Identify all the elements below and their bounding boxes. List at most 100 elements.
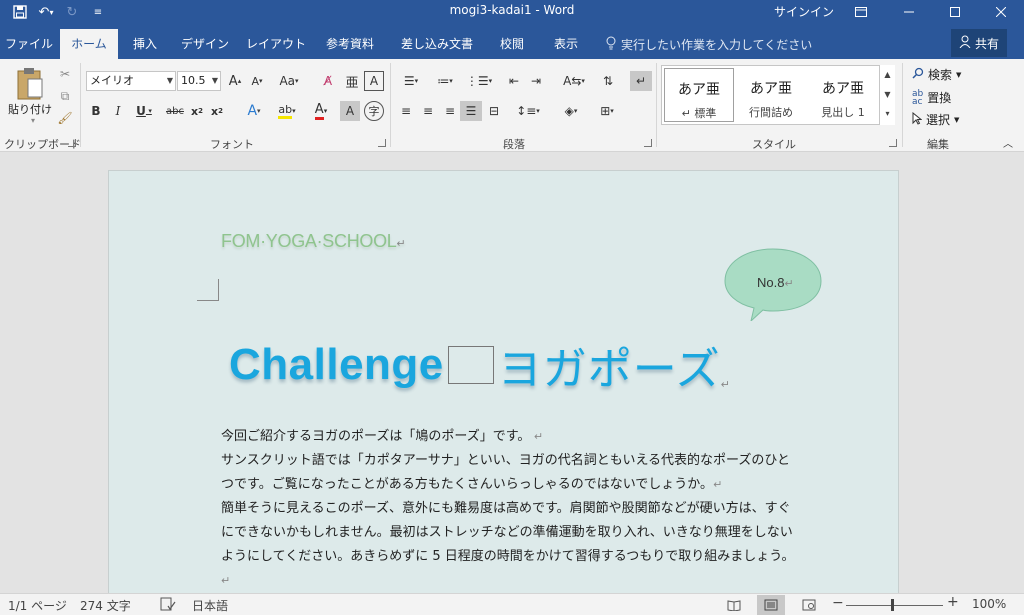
line-spacing-icon[interactable]: ↕≡ ▾ [514,101,542,121]
maximize-icon[interactable] [932,0,978,24]
tab-references[interactable]: 参考資料 [320,29,380,59]
tab-view[interactable]: 表示 [546,29,586,59]
zoom-out-icon[interactable]: − [832,595,844,611]
copy-icon[interactable]: ⧉ [56,87,74,105]
proofing-icon[interactable] [160,597,176,614]
find-button[interactable]: 検索 ▼ [912,66,961,83]
tab-review[interactable]: 校閲 [492,29,532,59]
style-heading-1[interactable]: あア亜 見出し 1 [808,68,878,122]
styles-launcher-icon[interactable] [889,139,897,147]
justify-icon[interactable]: ☰ [460,101,482,121]
italic-icon[interactable]: I [108,101,128,121]
cut-icon[interactable]: ✂ [56,65,74,83]
bubble-number: No.8↵ [757,275,794,290]
tab-mailings[interactable]: 差し込み文書 [394,29,480,59]
align-right-icon[interactable]: ≡ [440,101,460,121]
style-normal[interactable]: あア亜 ↵ 標準 [664,68,734,122]
align-center-icon[interactable]: ≡ [418,101,438,121]
paragraph-mark: ↵ [720,378,730,391]
subscript-icon[interactable]: x2 [188,101,206,121]
font-color-icon[interactable]: A ▾ [306,101,336,121]
shading-icon[interactable]: ◈ ▾ [556,101,586,121]
multilevel-list-icon[interactable]: ⋮☰ ▾ [464,71,494,91]
tab-layout[interactable]: レイアウト [246,29,306,59]
bullets-icon[interactable]: ☰ ▾ [396,71,426,91]
paragraph-text: 簡単そうに見えるこのポーズ、意外にも難易度は高めです。肩関節や股関節などが硬い方… [221,501,795,564]
select-button[interactable]: 選択 ▼ [912,111,959,128]
paragraph-mark: ↵ [784,278,794,290]
increase-indent-icon[interactable]: ⇥ [526,71,546,91]
clipboard-launcher-icon[interactable] [68,139,76,147]
shrink-font-icon[interactable]: A ▾ [248,71,266,91]
language[interactable]: 日本語 [192,597,228,614]
share-button[interactable]: 共有 [951,29,1007,57]
align-left-icon[interactable]: ≡ [396,101,416,121]
style-no-spacing[interactable]: あア亜 行間詰め [736,68,806,122]
scroll-down-icon[interactable]: ▼ [880,85,895,105]
bold-icon[interactable]: B [86,101,106,121]
web-layout-icon[interactable] [795,595,823,615]
tab-file[interactable]: ファイル [0,29,58,59]
paragraph: 今回ご紹介するヨガのポーズは「鳩のポーズ」です。 ↵ [221,425,801,449]
paragraph-mark: ↵ [396,238,406,250]
group-divider [80,63,81,147]
show-formatting-icon[interactable]: ↵ [630,71,652,91]
superscript-icon[interactable]: x2 [208,101,226,121]
zoom-slider-thumb[interactable] [891,599,894,611]
document-area: FOM·YOGA·SCHOOL↵ No.8↵ Challenge ヨガポーズ ↵… [0,152,1024,610]
minimize-icon[interactable] [886,0,932,24]
tab-design[interactable]: デザイン [178,29,232,59]
paste-dropdown-icon[interactable]: ▾ [28,115,38,125]
body-text[interactable]: 今回ご紹介するヨガのポーズは「鳩のポーズ」です。 ↵ サンスクリット語では「カポ… [221,425,801,593]
zoom-level[interactable]: 100% [972,597,1006,611]
strikethrough-icon[interactable]: abc [164,101,186,121]
sign-in-link[interactable]: サインイン [774,3,834,20]
title-bar: ↶ ▾ ↻ ≡ mogi3-kadai1 - Word サインイン [0,0,1024,24]
grow-font-icon[interactable]: A ▴ [226,71,244,91]
decrease-indent-icon[interactable]: ⇤ [504,71,524,91]
close-icon[interactable] [978,0,1024,24]
format-painter-icon[interactable]: 🖌 [56,109,74,127]
phonetic-guide-icon[interactable]: 亜 [342,71,362,91]
tab-home[interactable]: ホーム [60,29,118,59]
underline-icon[interactable]: U ▾ [130,101,158,121]
tab-insert[interactable]: 挿入 [124,29,166,59]
highlight-icon[interactable]: ab ▾ [272,101,302,121]
page-count[interactable]: 1/1 ページ [8,597,67,614]
collapse-ribbon-icon[interactable]: ︿ [1000,135,1016,150]
read-mode-icon[interactable] [720,595,748,615]
asian-layout-icon[interactable]: A⇆ ▾ [560,71,588,91]
character-border-icon[interactable]: A [364,71,384,91]
character-shading-icon[interactable]: A [340,101,360,121]
distributed-icon[interactable]: ⊟ [484,101,504,121]
numbering-icon[interactable]: ≔ ▾ [430,71,460,91]
change-case-icon[interactable]: Aa ▾ [276,71,302,91]
replace-button[interactable]: ab ac 置換 [912,89,951,106]
headline-japanese: ヨガポーズ [497,344,721,395]
text-effects-icon[interactable]: A ▾ [240,101,268,121]
style-name: 見出し 1 [821,106,865,119]
clear-formatting-icon[interactable]: A̸ [318,71,338,91]
zoom-slider[interactable] [846,605,943,606]
word-count[interactable]: 274 文字 [80,597,131,614]
scroll-up-icon[interactable]: ▲ [880,65,895,85]
sort-icon[interactable]: ⇅ [598,71,618,91]
font-launcher-icon[interactable] [378,139,386,147]
font-size-field[interactable]: 10.5 ▼ [177,71,221,91]
page[interactable]: FOM·YOGA·SCHOOL↵ No.8↵ Challenge ヨガポーズ ↵… [108,170,899,610]
enclosed-character-icon[interactable]: 字 [364,101,384,121]
paragraph-launcher-icon[interactable] [644,139,652,147]
font-name-field[interactable]: メイリオ ▼ [86,71,176,91]
group-divider [902,63,903,147]
paste-icon[interactable] [16,67,44,101]
paragraph-mark: ↵ [713,478,723,491]
print-layout-icon[interactable] [757,595,785,615]
ribbon-display-options-icon[interactable] [838,0,884,24]
zoom-in-icon[interactable]: + [947,594,959,610]
styles-scroll[interactable]: ▲ ▼ ▾ [879,65,895,125]
tell-me-box[interactable]: 実行したい作業を入力してください [606,36,812,53]
borders-icon[interactable]: ⊞ ▾ [592,101,622,121]
paragraph: サンスクリット語では「カポタアーサナ」といい、ヨガの代名詞ともいえる代表的なポー… [221,449,801,497]
select-label: 選択 [926,113,951,127]
more-styles-icon[interactable]: ▾ [880,105,895,123]
